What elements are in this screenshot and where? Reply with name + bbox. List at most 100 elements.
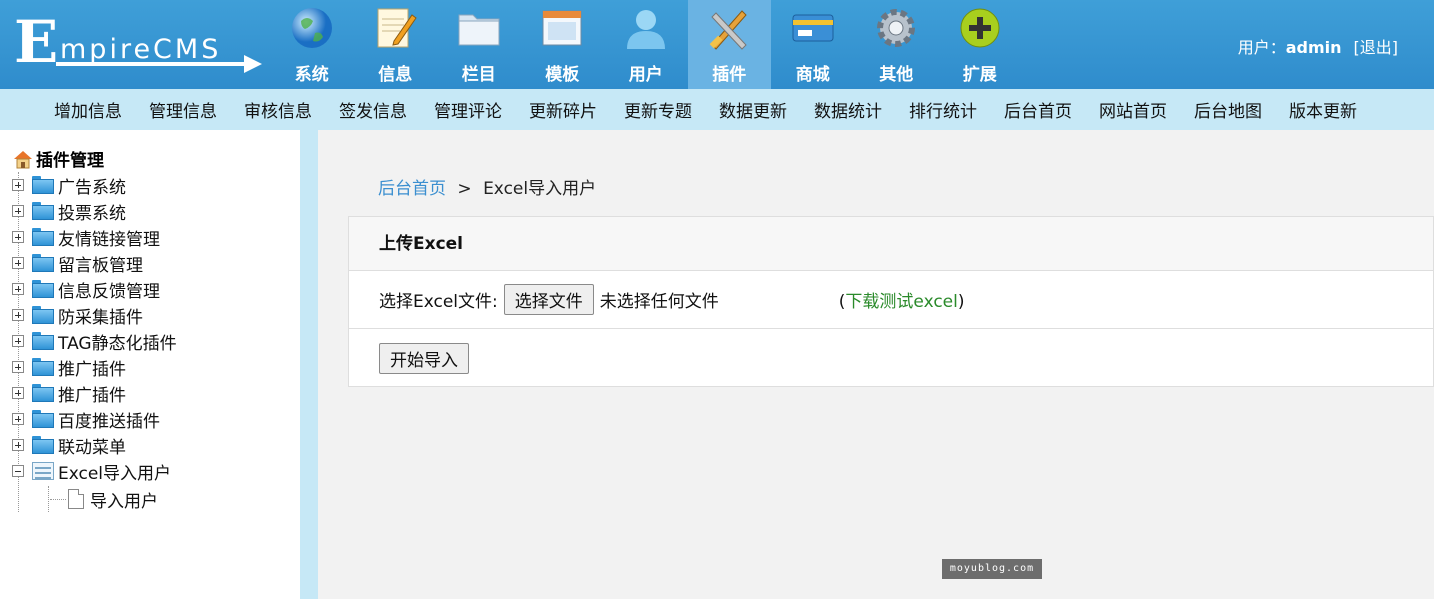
window-icon — [539, 5, 585, 51]
folder-icon — [32, 202, 54, 220]
tree-item-tag-static[interactable]: TAG静态化插件 — [10, 328, 177, 354]
tree-item-promo-2[interactable]: 推广插件 — [10, 380, 177, 406]
start-import-button[interactable]: 开始导入 — [379, 342, 469, 374]
folder-icon — [32, 306, 54, 324]
list-icon — [32, 462, 54, 480]
tree-root[interactable]: 插件管理 — [12, 146, 104, 171]
folder-icon — [32, 332, 54, 350]
subnav-rank-stats[interactable]: 排行统计 — [909, 97, 977, 122]
content-area: 后台首页 > Excel导入用户 上传Excel 选择Excel文件: 选择文件… — [318, 130, 1434, 599]
subnav-review-info[interactable]: 审核信息 — [244, 97, 312, 122]
watermark: moyublog.com — [942, 559, 1042, 579]
tree-item-baidu-push[interactable]: 百度推送插件 — [10, 406, 177, 432]
expand-icon[interactable] — [12, 257, 24, 269]
tree-item-promo-1[interactable]: 推广插件 — [10, 354, 177, 380]
expand-icon[interactable] — [12, 205, 24, 217]
tree-item-ads[interactable]: 广告系统 — [10, 172, 177, 198]
logo-initial: E — [14, 8, 59, 76]
subnav-update-topics[interactable]: 更新专题 — [624, 97, 692, 122]
username: admin — [1285, 38, 1342, 57]
tree-item-excel-import[interactable]: Excel导入用户 — [10, 458, 177, 484]
file-row: 选择Excel文件: 选择文件 未选择任何文件 (下载测试excel) — [349, 271, 1433, 329]
main-nav: 系统 信息 栏目 模板 用户 插件 商城 其他 扩展 — [270, 0, 1022, 89]
download-wrapper: (下载测试excel) — [839, 287, 965, 312]
subnav-data-stats[interactable]: 数据统计 — [814, 97, 882, 122]
tree-item-anticollect[interactable]: 防采集插件 — [10, 302, 177, 328]
empirecms-logo[interactable]: E mpireCMS — [12, 12, 262, 76]
folder-icon — [456, 5, 502, 51]
expand-icon[interactable] — [12, 439, 24, 451]
expand-icon[interactable] — [12, 387, 24, 399]
logout-link[interactable]: [退出] — [1354, 38, 1399, 57]
notepad-pencil-icon — [372, 5, 418, 51]
expand-icon[interactable] — [12, 309, 24, 321]
subnav-update-fragments[interactable]: 更新碎片 — [529, 97, 597, 122]
tree-item-label: 留言板管理 — [58, 255, 143, 276]
nav-user[interactable]: 用户 — [604, 0, 688, 89]
tree-child-import-users[interactable]: 导入用户 — [50, 486, 158, 512]
subnav-admin-map[interactable]: 后台地图 — [1194, 97, 1262, 122]
nav-template[interactable]: 模板 — [521, 0, 605, 89]
folder-icon — [32, 176, 54, 194]
expand-icon[interactable] — [12, 179, 24, 191]
panel-title: 上传Excel — [349, 217, 1433, 271]
folder-icon — [32, 410, 54, 428]
user-area: 用户：admin [退出] — [1238, 34, 1398, 58]
house-icon — [12, 149, 34, 169]
tools-icon — [706, 5, 752, 51]
user-icon — [623, 5, 669, 51]
nav-other[interactable]: 其他 — [855, 0, 939, 89]
globe-icon — [289, 5, 335, 51]
nav-info[interactable]: 信息 — [354, 0, 438, 89]
tree-item-guestbook[interactable]: 留言板管理 — [10, 250, 177, 276]
plus-circle-icon — [957, 5, 1003, 51]
breadcrumb-home-link[interactable]: 后台首页 — [378, 179, 446, 199]
choose-file-button[interactable]: 选择文件 — [503, 284, 594, 315]
breadcrumb-separator: > — [457, 179, 472, 199]
expand-icon[interactable] — [12, 413, 24, 425]
collapse-icon[interactable] — [12, 465, 24, 477]
expand-icon[interactable] — [12, 335, 24, 347]
tree-item-vote[interactable]: 投票系统 — [10, 198, 177, 224]
card-icon — [790, 5, 836, 51]
subnav-site-home[interactable]: 网站首页 — [1099, 97, 1167, 122]
sub-nav: 增加信息 管理信息 审核信息 签发信息 管理评论 更新碎片 更新专题 数据更新 … — [0, 89, 1434, 130]
subnav-manage-info[interactable]: 管理信息 — [149, 97, 217, 122]
expand-icon[interactable] — [12, 283, 24, 295]
download-paren-close: ) — [957, 292, 965, 312]
tree-item-label: 联动菜单 — [58, 437, 126, 458]
expand-icon[interactable] — [12, 231, 24, 243]
folder-icon — [32, 228, 54, 246]
breadcrumb: 后台首页 > Excel导入用户 — [378, 174, 596, 199]
expand-icon[interactable] — [12, 361, 24, 373]
tree-item-linkage-menu[interactable]: 联动菜单 — [10, 432, 177, 458]
nav-plugin[interactable]: 插件 — [687, 0, 771, 89]
user-label: 用户： — [1237, 38, 1286, 57]
tree-item-feedback[interactable]: 信息反馈管理 — [10, 276, 177, 302]
breadcrumb-current: Excel导入用户 — [483, 179, 597, 199]
nav-shop[interactable]: 商城 — [771, 0, 855, 89]
logo-arrow — [56, 62, 252, 66]
subnav-admin-home[interactable]: 后台首页 — [1004, 97, 1072, 122]
subnav-issue-info[interactable]: 签发信息 — [339, 97, 407, 122]
folder-icon — [32, 384, 54, 402]
subnav-version-update[interactable]: 版本更新 — [1289, 97, 1357, 122]
tree-guide-branch — [50, 499, 66, 500]
folder-icon — [32, 436, 54, 454]
tree-root-label: 插件管理 — [36, 151, 104, 171]
nav-system[interactable]: 系统 — [270, 0, 354, 89]
nav-extend[interactable]: 扩展 — [938, 0, 1022, 89]
tree-child-label: 导入用户 — [90, 491, 158, 512]
gear-icon — [873, 5, 919, 51]
tree-item-links[interactable]: 友情链接管理 — [10, 224, 177, 250]
subnav-manage-comments[interactable]: 管理评论 — [434, 97, 502, 122]
download-test-excel-link[interactable]: 下载测试excel — [845, 292, 957, 312]
tree-item-label: 广告系统 — [58, 177, 126, 198]
tree-item-label: 友情链接管理 — [58, 229, 160, 250]
nav-column[interactable]: 栏目 — [437, 0, 521, 89]
subnav-add-info[interactable]: 增加信息 — [54, 97, 122, 122]
sidebar-splitter[interactable] — [300, 130, 318, 599]
subnav-data-update[interactable]: 数据更新 — [719, 97, 787, 122]
logo-arrow-head — [244, 55, 262, 73]
sidebar: 插件管理 广告系统 投票系统 友情链接管理 留言板管理 信息反馈管理 防采集插件… — [0, 130, 300, 599]
